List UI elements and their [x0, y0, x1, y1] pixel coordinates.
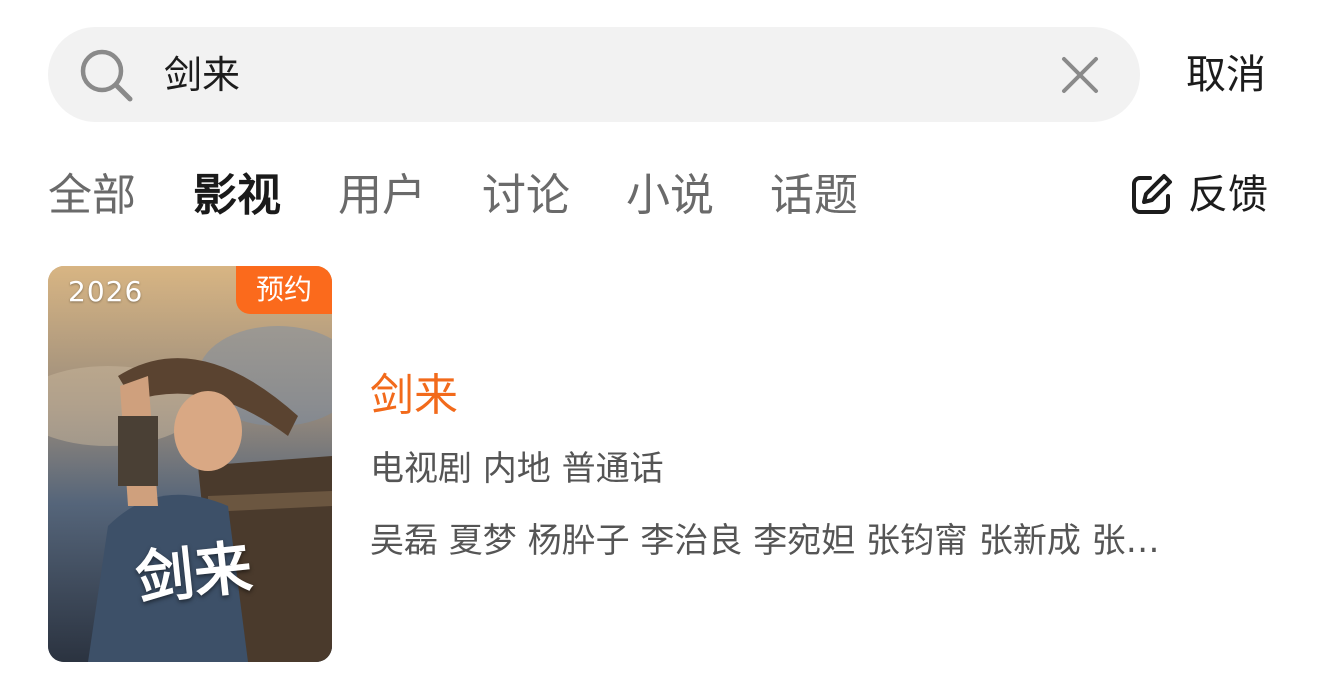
search-input[interactable]: 剑来	[164, 50, 240, 100]
tab-all[interactable]: 全部	[48, 168, 136, 224]
poster-title-calligraphy: 剑来	[132, 533, 256, 613]
tab-topics[interactable]: 话题	[770, 168, 858, 224]
search-results-page: 剑来 取消 全部 影视 用户 讨论 小说 话题 反馈 2026 预约 剑来 剑来…	[0, 0, 1320, 679]
tab-users[interactable]: 用户	[338, 168, 426, 224]
search-bar[interactable]: 剑来	[48, 27, 1140, 122]
tab-discussions[interactable]: 讨论	[482, 168, 570, 224]
result-card[interactable]: 2026 预约 剑来 剑来 电视剧 内地 普通话 吴磊 夏梦 杨肸子 李治良 李…	[48, 266, 1288, 662]
result-cast: 吴磊 夏梦 杨肸子 李治良 李宛妲 张钧甯 张新成 张…	[370, 521, 1160, 561]
edit-icon	[1132, 174, 1172, 214]
feedback-label: 反馈	[1188, 172, 1268, 218]
tab-film-tv[interactable]: 影视	[193, 168, 281, 224]
tab-novels[interactable]: 小说	[626, 168, 714, 224]
poster-year: 2026	[68, 275, 144, 308]
poster-image[interactable]: 2026 预约 剑来	[48, 266, 332, 662]
result-title[interactable]: 剑来	[370, 368, 458, 424]
cancel-button[interactable]: 取消	[1186, 50, 1266, 100]
result-meta: 电视剧 内地 普通话	[370, 449, 664, 489]
search-icon	[80, 49, 133, 102]
reserve-badge[interactable]: 预约	[236, 266, 332, 314]
close-icon[interactable]	[1060, 55, 1100, 95]
